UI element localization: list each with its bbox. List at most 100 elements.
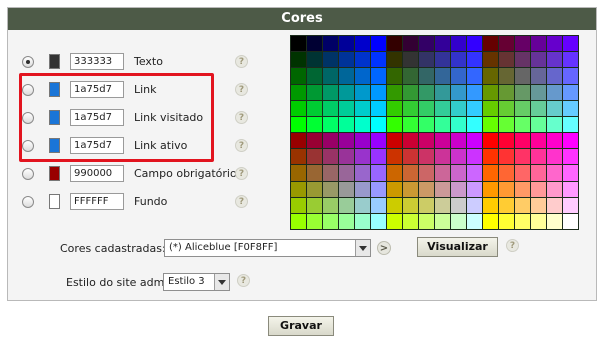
palette-cell[interactable] [531, 165, 546, 181]
palette-cell[interactable] [451, 149, 466, 165]
palette-cell[interactable] [467, 116, 482, 132]
gravar-button[interactable]: Gravar [268, 316, 334, 336]
palette-cell[interactable] [499, 84, 514, 100]
palette-cell[interactable] [419, 149, 434, 165]
palette-cell[interactable] [547, 133, 562, 149]
palette-cell[interactable] [547, 213, 562, 229]
palette-cell[interactable] [467, 36, 482, 52]
palette-cell[interactable] [531, 197, 546, 213]
palette-cell[interactable] [291, 68, 306, 84]
palette-cell[interactable] [483, 100, 498, 116]
palette-cell[interactable] [371, 181, 386, 197]
help-icon[interactable]: ? [235, 139, 248, 152]
palette-cell[interactable] [323, 52, 338, 68]
palette-cell[interactable] [307, 213, 322, 229]
palette-cell[interactable] [467, 52, 482, 68]
palette-cell[interactable] [323, 36, 338, 52]
palette-cell[interactable] [499, 181, 514, 197]
palette-cell[interactable] [387, 213, 402, 229]
palette-cell[interactable] [307, 52, 322, 68]
palette-cell[interactable] [339, 149, 354, 165]
palette-cell[interactable] [419, 197, 434, 213]
visualizar-button[interactable]: Visualizar [417, 237, 498, 257]
palette-cell[interactable] [323, 133, 338, 149]
hex-input-campo-obrigatorio[interactable]: 990000 [70, 165, 124, 182]
palette-cell[interactable] [371, 116, 386, 132]
palette-cell[interactable] [499, 100, 514, 116]
palette-cell[interactable] [499, 68, 514, 84]
palette-cell[interactable] [515, 181, 530, 197]
palette-cell[interactable] [419, 52, 434, 68]
palette-cell[interactable] [563, 68, 578, 84]
palette-cell[interactable] [419, 116, 434, 132]
palette-cell[interactable] [403, 68, 418, 84]
palette-cell[interactable] [451, 84, 466, 100]
palette-cell[interactable] [547, 36, 562, 52]
palette-cell[interactable] [515, 100, 530, 116]
palette-cell[interactable] [547, 197, 562, 213]
palette-cell[interactable] [307, 149, 322, 165]
palette-cell[interactable] [291, 149, 306, 165]
palette-cell[interactable] [515, 36, 530, 52]
palette-cell[interactable] [547, 149, 562, 165]
palette-cell[interactable] [403, 100, 418, 116]
palette-cell[interactable] [435, 52, 450, 68]
palette-cell[interactable] [451, 213, 466, 229]
palette-cell[interactable] [451, 52, 466, 68]
palette-cell[interactable] [451, 100, 466, 116]
palette-cell[interactable] [403, 36, 418, 52]
palette-cell[interactable] [339, 84, 354, 100]
palette-cell[interactable] [483, 133, 498, 149]
palette-cell[interactable] [499, 149, 514, 165]
palette-cell[interactable] [483, 197, 498, 213]
palette-cell[interactable] [339, 181, 354, 197]
radio-texto[interactable] [22, 56, 34, 68]
palette-cell[interactable] [323, 149, 338, 165]
palette-cell[interactable] [467, 133, 482, 149]
palette-cell[interactable] [291, 133, 306, 149]
palette-cell[interactable] [403, 133, 418, 149]
palette-cell[interactable] [355, 213, 370, 229]
palette-cell[interactable] [547, 84, 562, 100]
palette-cell[interactable] [307, 165, 322, 181]
palette-cell[interactable] [339, 100, 354, 116]
palette-cell[interactable] [467, 100, 482, 116]
radio-fundo[interactable] [22, 196, 34, 208]
palette-cell[interactable] [547, 100, 562, 116]
palette-cell[interactable] [323, 165, 338, 181]
palette-cell[interactable] [323, 100, 338, 116]
palette-cell[interactable] [355, 84, 370, 100]
palette-cell[interactable] [355, 100, 370, 116]
hex-input-texto[interactable]: 333333 [70, 53, 124, 70]
help-icon[interactable]: ? [506, 239, 519, 252]
palette-cell[interactable] [531, 213, 546, 229]
palette-cell[interactable] [355, 68, 370, 84]
palette-cell[interactable] [499, 36, 514, 52]
palette-cell[interactable] [563, 116, 578, 132]
cores-cadastradas-select[interactable]: (*) Aliceblue [F0F8FF] [164, 239, 371, 257]
palette-cell[interactable] [371, 36, 386, 52]
palette-cell[interactable] [515, 116, 530, 132]
color-palette[interactable] [290, 35, 579, 230]
palette-cell[interactable] [547, 52, 562, 68]
palette-cell[interactable] [419, 165, 434, 181]
palette-cell[interactable] [291, 84, 306, 100]
palette-cell[interactable] [515, 52, 530, 68]
palette-cell[interactable] [515, 149, 530, 165]
palette-cell[interactable] [371, 149, 386, 165]
palette-cell[interactable] [371, 133, 386, 149]
palette-cell[interactable] [467, 149, 482, 165]
palette-cell[interactable] [483, 36, 498, 52]
palette-cell[interactable] [371, 100, 386, 116]
palette-cell[interactable] [435, 197, 450, 213]
palette-cell[interactable] [531, 52, 546, 68]
palette-cell[interactable] [467, 84, 482, 100]
palette-cell[interactable] [499, 165, 514, 181]
palette-cell[interactable] [515, 84, 530, 100]
palette-cell[interactable] [387, 197, 402, 213]
palette-cell[interactable] [339, 133, 354, 149]
swatch-fundo[interactable] [49, 194, 60, 209]
estilo-select[interactable]: Estilo 3 [163, 273, 230, 291]
palette-cell[interactable] [419, 36, 434, 52]
palette-cell[interactable] [451, 197, 466, 213]
